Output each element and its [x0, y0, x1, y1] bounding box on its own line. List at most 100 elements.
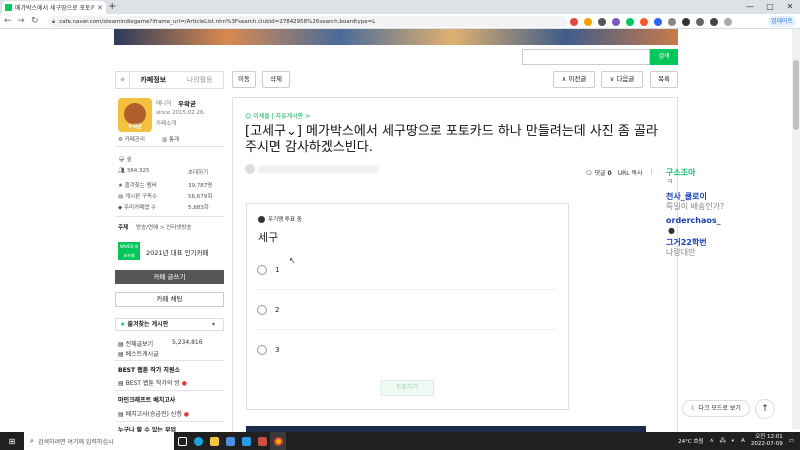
more-section-header: 누구나 할 수 있는 부업	[118, 427, 177, 432]
taskbar-search-placeholder: 검색하려면 여기에 입력하십시	[37, 438, 114, 446]
vote-status-label: 우기땡 투표 중	[268, 217, 302, 223]
scrollbar-thumb[interactable]	[793, 60, 799, 130]
network-icon[interactable]: 🖧︎	[720, 437, 726, 446]
all-posts-count: 5,234,816	[172, 339, 203, 346]
extension-icon[interactable]	[626, 17, 634, 26]
list-button[interactable]: 목록	[650, 71, 678, 88]
store-icon[interactable]	[222, 432, 238, 450]
move-button[interactable]: 이동	[232, 71, 256, 88]
volume-icon[interactable]: 🔈︎	[732, 438, 735, 445]
bookmark-icon[interactable]	[710, 17, 718, 26]
tray-chevron-icon[interactable]: ∧	[710, 438, 714, 444]
star-icon[interactable]: ★	[116, 72, 130, 88]
chrome-icon[interactable]	[270, 432, 286, 450]
fav-boards-header[interactable]: ★ 즐겨찾는 게시판 ▾	[115, 318, 224, 331]
write-post-button[interactable]: 카페 글쓰기	[115, 270, 224, 284]
radio-button[interactable]	[257, 345, 267, 355]
new-badge-icon: ●	[183, 411, 190, 418]
cafe-intro-link[interactable]: 카페소개	[156, 119, 176, 127]
cafe-admin-label: 카페관리	[124, 137, 145, 143]
taskbar-search[interactable]: ⌕ 검색하려면 여기에 입력하십시	[24, 432, 174, 450]
invite-link[interactable]: 초대하기	[188, 168, 208, 176]
app-icon[interactable]	[254, 432, 270, 450]
windows-start-icon[interactable]: ⊞	[0, 437, 24, 446]
back-icon[interactable]: ←	[4, 15, 12, 28]
prev-post-button[interactable]: ∧ 이전글	[553, 71, 595, 88]
sidebar-item-best-room[interactable]: ▤ BEST 왭툰 작가의 방 ●	[118, 378, 187, 387]
vscode-icon[interactable]	[238, 432, 254, 450]
weather-status[interactable]: 24°C 흐림	[678, 437, 703, 445]
more-options-icon[interactable]: ⋮	[649, 168, 655, 177]
minimize-icon[interactable]: —	[740, 0, 760, 14]
file-explorer-icon[interactable]	[206, 432, 222, 450]
radio-button[interactable]	[257, 304, 267, 315]
browser-tab[interactable]: 메가박스에서 세구땅으로 포토카드 ✕	[2, 1, 106, 14]
vote-option[interactable]: 1	[257, 250, 557, 290]
overlay-chat-name: 그거22학번	[666, 238, 707, 247]
extension-icon[interactable]	[682, 17, 690, 26]
cafe-banner	[114, 29, 678, 45]
extension-icon[interactable]	[584, 17, 592, 26]
extension-icon[interactable]	[654, 17, 662, 26]
fav-members-count: 39,787명	[188, 183, 213, 189]
manager-name[interactable]: 우왁굳	[178, 98, 196, 108]
address-bar[interactable]: 🔒︎ cafe.naver.com/steamindiegame?iframe_…	[48, 16, 568, 27]
extension-icon[interactable]	[612, 17, 620, 26]
notification-icon[interactable]: ▭	[789, 438, 794, 444]
reload-icon[interactable]: ↻	[31, 15, 39, 28]
comments-link[interactable]: 🗨︎ 댓글 0	[585, 168, 612, 177]
tab-my-activity[interactable]: 나의활동	[177, 75, 224, 85]
moon-icon: ☾	[691, 405, 697, 412]
sidebar-item-best-posts[interactable]: ▤ 베스트게시글	[118, 349, 159, 358]
taskbar: ⊞ ⌕ 검색하려면 여기에 입력하십시 24°C 흐림 ∧ 🖧︎ 🔈︎ A 오전…	[0, 432, 800, 450]
puzzle-icon[interactable]	[696, 17, 704, 26]
search-button[interactable]: 검색	[650, 49, 678, 65]
scroll-top-button[interactable]: ↑	[755, 399, 775, 419]
new-tab-button[interactable]: +	[108, 1, 116, 12]
sidebar-item-mc-board[interactable]: ▤ 베치고사(승급전) 신청 ●	[118, 409, 189, 418]
clock[interactable]: 오전 12:01 2022-07-09	[751, 434, 783, 448]
vote-option[interactable]: 2	[257, 290, 557, 330]
best-room-label: BEST 왭툰 작가의 방	[125, 380, 180, 387]
vote-submit-button[interactable]: 투표하기	[380, 380, 434, 396]
all-posts-label: 전체글보기	[125, 341, 154, 348]
cafe-admin-link[interactable]: ⚙ 카페관리	[118, 135, 145, 143]
close-tab-icon[interactable]: ✕	[97, 4, 103, 12]
topic-label: 주제	[118, 225, 129, 231]
sidebar-item-all-posts[interactable]: ▤ 전체글보기	[118, 339, 153, 348]
update-button[interactable]: 업데이트	[768, 16, 796, 27]
forward-icon[interactable]: →	[17, 15, 25, 28]
stats-link[interactable]: ▥ 통계	[162, 135, 179, 143]
since-date: since 2015.02.26.	[156, 110, 206, 116]
prev-post-label: 이전글	[568, 75, 587, 83]
tab-cafe-info[interactable]: 카페정보	[130, 75, 177, 85]
board-link[interactable]: 😊︎ 이세돌 | 자유게시판 >	[245, 111, 310, 120]
vote-option[interactable]: 3	[257, 330, 557, 370]
search-input[interactable]	[522, 49, 650, 65]
task-view-icon[interactable]	[174, 432, 190, 450]
delete-button[interactable]: 삭제	[262, 71, 290, 88]
author-avatar[interactable]	[245, 164, 255, 174]
extension-icon[interactable]	[640, 17, 648, 26]
cafe-level: 🌳︎ 숲	[118, 157, 132, 163]
divider	[115, 421, 224, 422]
topic-value[interactable]: 방송/연예 > 인터넷방송	[136, 223, 192, 231]
next-post-button[interactable]: ∨ 다음글	[601, 71, 643, 88]
extension-icon[interactable]	[570, 17, 578, 26]
radio-button[interactable]	[257, 264, 267, 275]
member-count[interactable]: 👥︎ 384,325	[118, 168, 149, 174]
extension-icon[interactable]	[668, 17, 676, 26]
cafe-chat-button[interactable]: 카페 채팅	[115, 292, 224, 307]
dark-mode-button[interactable]: ☾ 다크 모드로 보기	[682, 400, 750, 417]
mc-board-label: 베치고사(승급전) 신청	[125, 411, 182, 418]
overlay-chat-name: orderchaos_	[666, 216, 721, 225]
close-window-icon[interactable]: ✕	[780, 0, 800, 14]
profile-avatar-icon[interactable]	[724, 17, 732, 26]
maximize-icon[interactable]: □	[760, 0, 780, 14]
input-language[interactable]: A	[741, 438, 745, 444]
extension-icon[interactable]	[598, 17, 606, 26]
edge-icon[interactable]	[190, 432, 206, 450]
mc-section-header: 마인크래프트 베치고사	[118, 397, 176, 404]
cafe-level-label: 숲	[126, 157, 132, 163]
url-copy-button[interactable]: URL 복사	[618, 168, 643, 177]
